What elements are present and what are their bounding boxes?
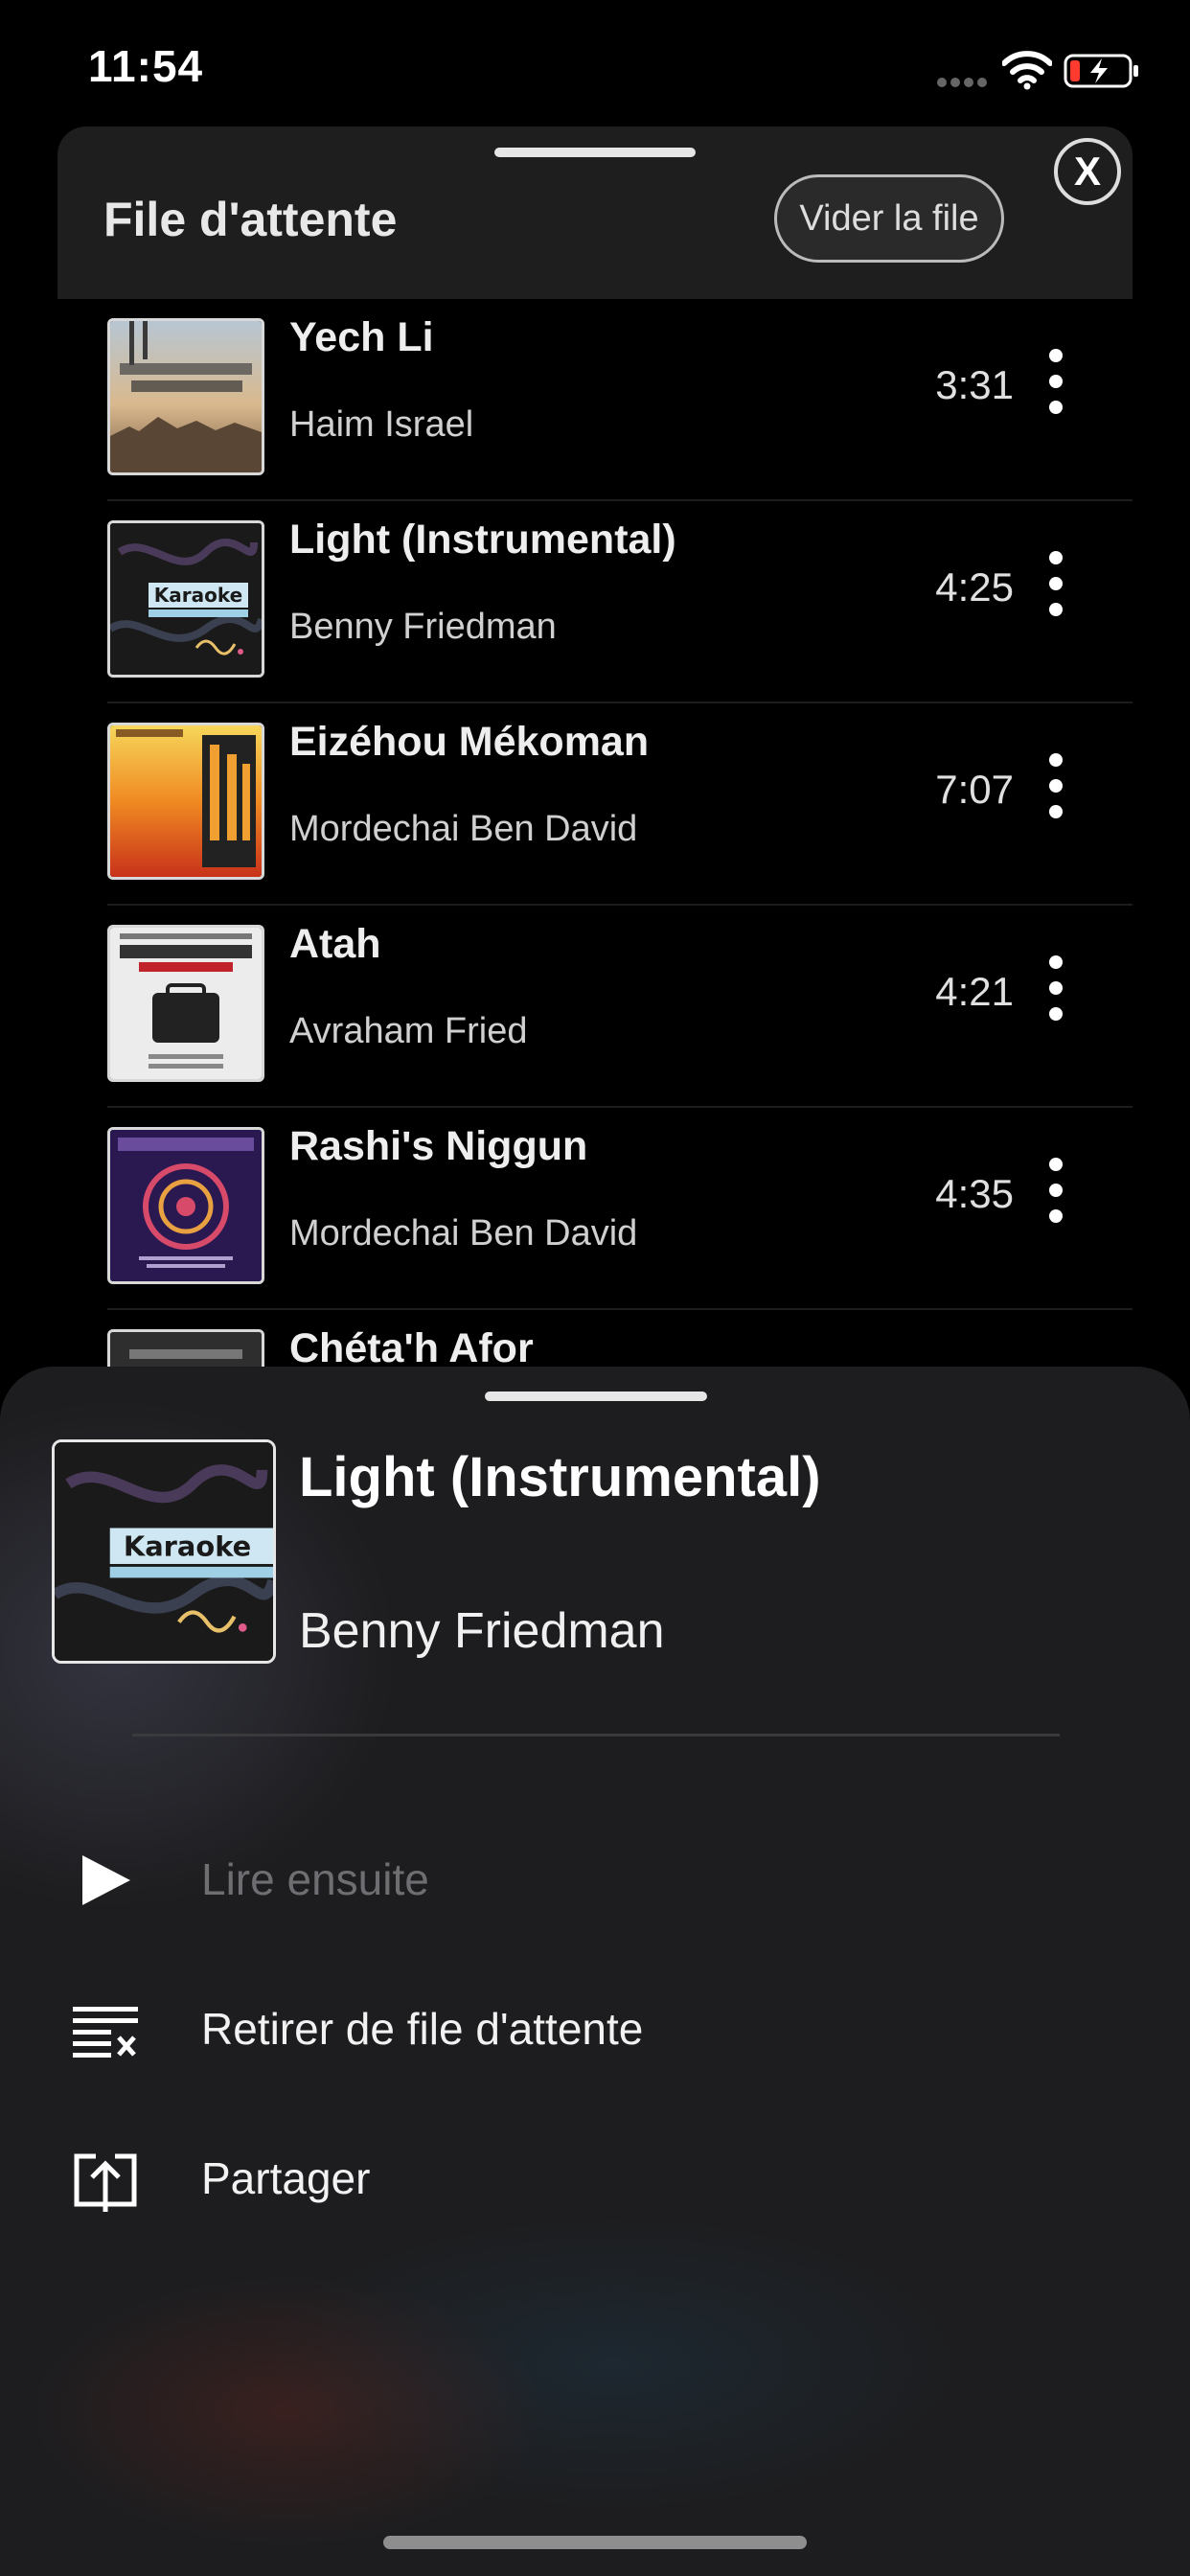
- selected-track-title: Light (Instrumental): [299, 1446, 821, 1508]
- queue-track-row[interactable]: Atah Avraham Fried 4:21: [107, 906, 1133, 1108]
- track-duration: 3:31: [935, 362, 1014, 407]
- track-artist: Haim Israel: [289, 404, 474, 445]
- queue-track-row[interactable]: Yech Li Haim Israel 3:31: [107, 299, 1133, 501]
- track-artist: Benny Friedman: [289, 607, 557, 647]
- queue-sheet-grabber[interactable]: [494, 148, 696, 157]
- play-next-menu-item[interactable]: Lire ensuite: [71, 1827, 1125, 1932]
- track-duration: 4:21: [935, 969, 1014, 1014]
- clear-queue-button[interactable]: Vider la file: [774, 174, 1004, 263]
- track-title: Chéta'h Afor: [289, 1325, 534, 1371]
- track-artist: Mordechai Ben David: [289, 809, 638, 849]
- action-sheet-grabber[interactable]: [485, 1392, 707, 1401]
- svg-text:Karaoke: Karaoke: [124, 1530, 251, 1562]
- menu-item-label: Lire ensuite: [201, 1854, 429, 1904]
- more-options-icon[interactable]: [1037, 349, 1075, 426]
- cellular-signal-icon: [937, 75, 991, 87]
- menu-item-label: Partager: [201, 2153, 371, 2203]
- queue-track-row[interactable]: Rashi's Niggun Mordechai Ben David 4:35: [107, 1108, 1133, 1310]
- album-art: Karaoke: [52, 1439, 276, 1664]
- album-art: Karaoke: [107, 520, 264, 678]
- album-art: [107, 318, 264, 475]
- track-title: Atah: [289, 921, 381, 967]
- remove-from-queue-icon: [73, 2007, 138, 2058]
- track-title: Eizéhou Mékoman: [289, 719, 650, 765]
- track-title: Rashi's Niggun: [289, 1123, 588, 1169]
- svg-text:Karaoke: Karaoke: [154, 584, 242, 607]
- more-options-icon[interactable]: [1037, 551, 1075, 628]
- share-icon: [74, 2153, 137, 2212]
- track-title: Yech Li: [289, 314, 434, 360]
- queue-track-row[interactable]: Karaoke Light (Instrumental) Benny Fried…: [107, 501, 1133, 703]
- divider: [132, 1734, 1060, 1736]
- remove-from-queue-menu-item[interactable]: Retirer de file d'attente: [71, 1976, 1125, 2082]
- track-duration: 4:25: [935, 564, 1014, 610]
- track-artist: Mordechai Ben David: [289, 1213, 638, 1254]
- album-art: [107, 1127, 264, 1284]
- more-options-icon[interactable]: [1037, 955, 1075, 1032]
- more-options-icon[interactable]: [1037, 1158, 1075, 1234]
- battery-icon: [1064, 54, 1138, 88]
- queue-header: File d'attente Vider la file X: [57, 126, 1133, 299]
- album-art: [107, 723, 264, 880]
- album-art: [107, 925, 264, 1082]
- home-indicator[interactable]: [383, 2536, 807, 2549]
- track-artist: Avraham Fried: [289, 1011, 528, 1051]
- status-bar: 11:54: [0, 0, 1190, 125]
- queue-sheet: File d'attente Vider la file X Yech Li H…: [57, 126, 1133, 1512]
- close-button[interactable]: X: [1054, 138, 1121, 205]
- track-duration: 4:35: [935, 1171, 1014, 1216]
- menu-item-label: Retirer de file d'attente: [201, 2004, 644, 2054]
- play-icon: [82, 1855, 130, 1905]
- track-action-sheet: Karaoke Light (Instrumental) Benny Fried…: [0, 1367, 1190, 2576]
- status-time: 11:54: [88, 41, 204, 91]
- track-duration: 7:07: [935, 767, 1014, 812]
- share-menu-item[interactable]: Partager: [71, 2126, 1125, 2231]
- more-options-icon[interactable]: [1037, 753, 1075, 830]
- track-title: Light (Instrumental): [289, 517, 676, 563]
- queue-track-row[interactable]: Eizéhou Mékoman Mordechai Ben David 7:07: [107, 703, 1133, 906]
- queue-title: File d'attente: [103, 193, 398, 246]
- selected-track-artist: Benny Friedman: [299, 1603, 665, 1659]
- wifi-icon: [1002, 51, 1052, 90]
